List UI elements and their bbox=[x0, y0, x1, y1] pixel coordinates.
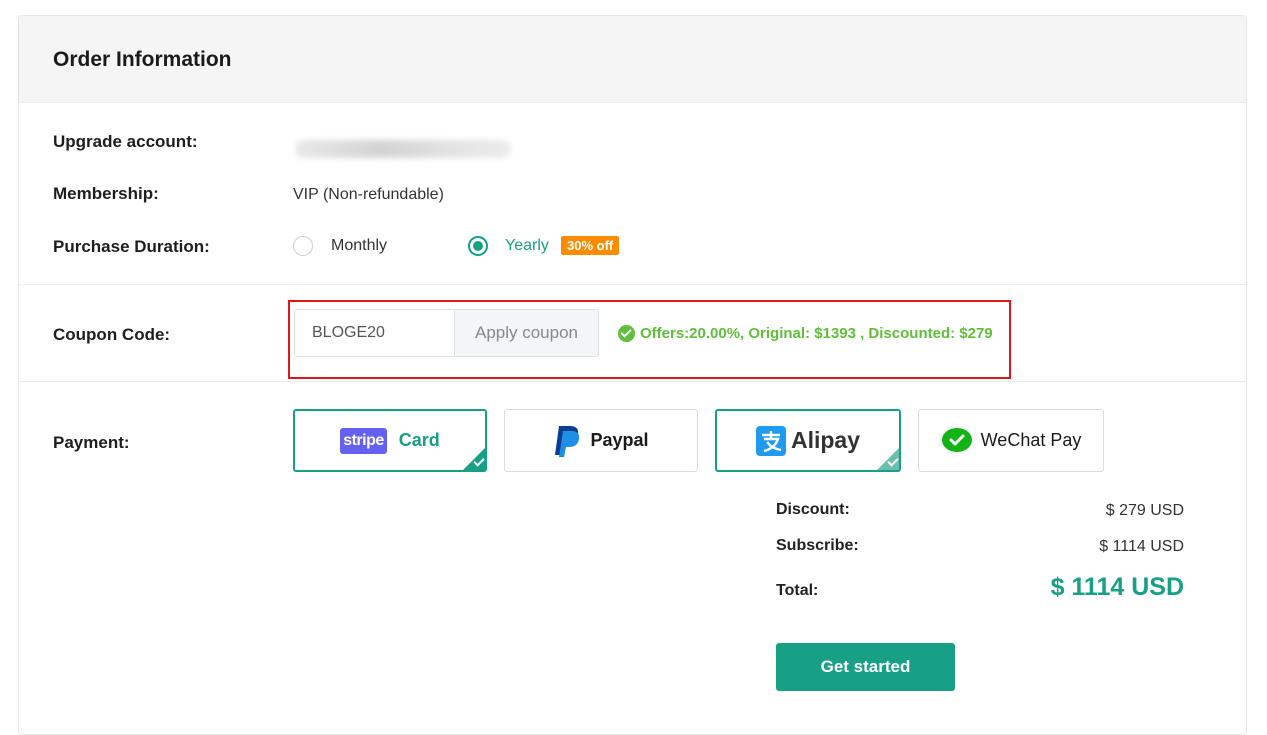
paypal-icon bbox=[555, 425, 580, 457]
payment-alipay-label: Alipay bbox=[790, 427, 861, 453]
discount-badge: 30% off bbox=[561, 236, 620, 255]
total-value: $ 1114 USD bbox=[1050, 573, 1184, 601]
subscribe-value: $ 1114 USD bbox=[1099, 538, 1184, 555]
card-header: Order Information bbox=[19, 16, 1246, 103]
stripe-logo: stripe bbox=[340, 427, 387, 454]
membership-label: Membership: bbox=[53, 184, 159, 203]
upgrade-account-label: Upgrade account: bbox=[53, 132, 198, 151]
order-card: Order Information Upgrade account: Membe… bbox=[18, 15, 1247, 735]
payment-label: Payment: bbox=[53, 433, 130, 452]
radio-yearly-label[interactable]: Yearly bbox=[505, 237, 549, 255]
radio-monthly[interactable] bbox=[293, 236, 313, 256]
coupon-highlight-box bbox=[288, 300, 1011, 379]
coupon-code-label: Coupon Code: bbox=[53, 325, 171, 344]
alipay-icon bbox=[755, 425, 786, 456]
payment-option-wechat[interactable]: WeChat Pay bbox=[918, 409, 1104, 472]
discount-label: Discount: bbox=[776, 501, 850, 518]
membership-value: VIP (Non-refundable) bbox=[293, 186, 444, 203]
payment-option-alipay[interactable]: Alipay bbox=[715, 409, 901, 472]
discount-value: $ 279 USD bbox=[1105, 502, 1184, 519]
payment-option-paypal[interactable]: Paypal bbox=[504, 409, 698, 472]
account-email-blurred bbox=[295, 140, 511, 158]
divider bbox=[19, 381, 1246, 382]
subscribe-label: Subscribe: bbox=[776, 537, 859, 554]
divider bbox=[19, 284, 1246, 285]
page-title: Order Information bbox=[53, 48, 232, 71]
radio-monthly-label[interactable]: Monthly bbox=[331, 237, 387, 255]
payment-paypal-label: Paypal bbox=[590, 430, 649, 450]
purchase-duration-label: Purchase Duration: bbox=[53, 237, 210, 256]
total-label: Total: bbox=[776, 582, 819, 599]
payment-wechat-label: WeChat Pay bbox=[980, 430, 1082, 450]
get-started-button[interactable]: Get started bbox=[776, 643, 955, 691]
payment-option-card[interactable]: stripe Card bbox=[293, 409, 487, 472]
radio-yearly[interactable] bbox=[468, 236, 488, 256]
payment-card-label: Card bbox=[398, 430, 440, 450]
wechat-icon bbox=[941, 427, 972, 452]
